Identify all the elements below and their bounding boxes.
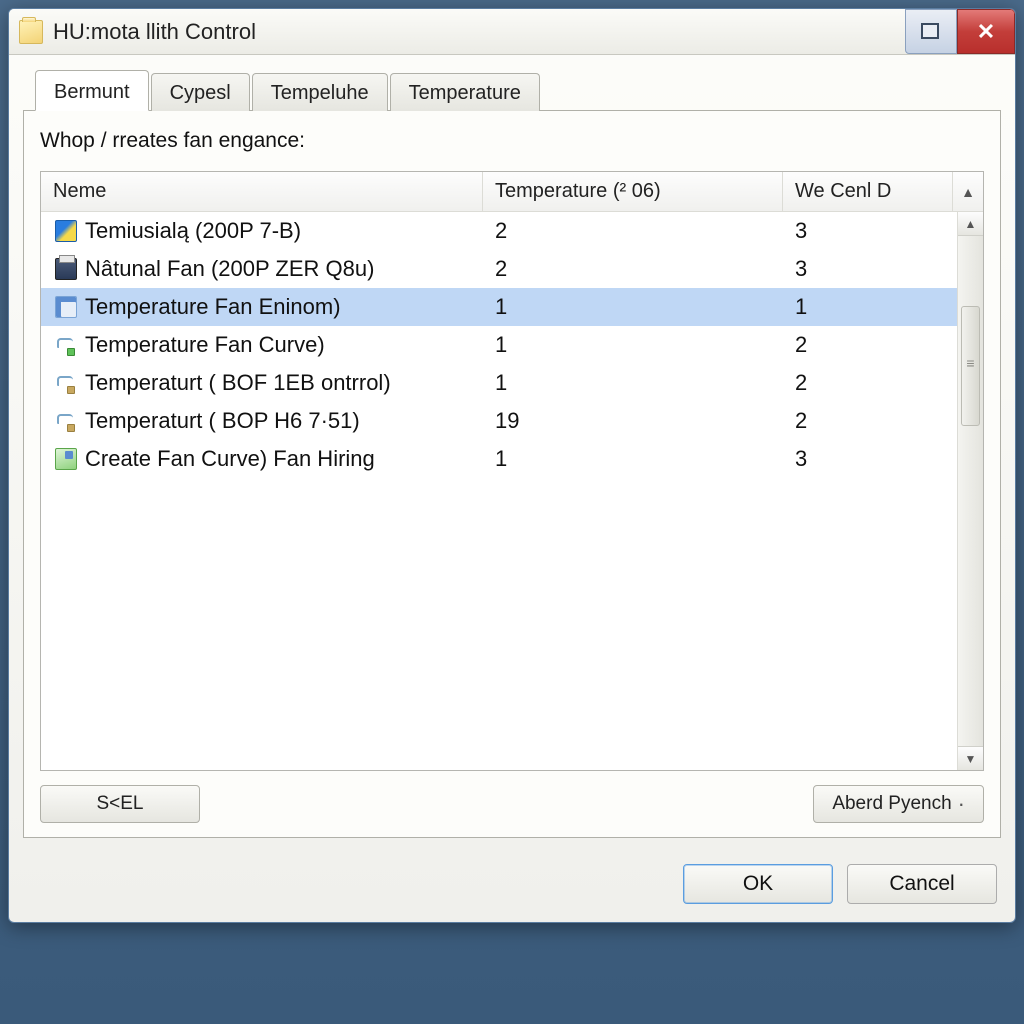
ok-button[interactable]: OK <box>683 864 833 904</box>
col-temp[interactable]: Temperature (² 06) <box>483 172 783 211</box>
row-name-text: Create Fan Curve) Fan Hiring <box>85 446 375 472</box>
dialog-footer: OK Cancel <box>9 850 1015 922</box>
skel-button[interactable]: S<EL <box>40 785 200 823</box>
vertical-scrollbar[interactable]: ▲ ▼ <box>957 212 983 770</box>
table-row[interactable]: Temperaturt ( BOF 1EB ontrrol) 12 <box>41 364 957 402</box>
cell-name: Temperaturt ( BOF 1EB ontrrol) <box>47 368 487 398</box>
row-icon <box>55 220 77 242</box>
close-button[interactable]: ✕ <box>957 9 1015 54</box>
col-we[interactable]: We Cenl D <box>783 172 953 211</box>
row-name-text: Temperature Fan Eninom) <box>85 294 341 320</box>
cell-temp: 19 <box>487 406 787 436</box>
dialog-content: Bermunt Cypesl Tempeluhe Temperature Who… <box>9 55 1015 850</box>
cell-name: Create Fan Curve) Fan Hiring <box>47 444 487 474</box>
table-row[interactable]: Temiusialą (200P 7-B) 23 <box>41 212 957 250</box>
tab-actions: S<EL Aberd Pyench <box>40 785 984 823</box>
dialog-window: HU:mota llith Control ✕ Bermunt Cypesl T… <box>8 8 1016 923</box>
cell-we: 1 <box>787 292 957 322</box>
cell-we: 3 <box>787 444 957 474</box>
row-name-text: Nâtunal Fan (200P ZER Q8u) <box>85 256 374 282</box>
col-sort-button[interactable]: ▲ <box>953 172 983 211</box>
cell-temp: 1 <box>487 292 787 322</box>
cell-temp: 1 <box>487 330 787 360</box>
table-row[interactable]: Temperature Fan Eninom) 11 <box>41 288 957 326</box>
row-name-text: Temperature Fan Curve) <box>85 332 325 358</box>
list-body: Temiusialą (200P 7-B)23Nâtunal Fan (200P… <box>41 212 983 770</box>
cell-temp: 1 <box>487 368 787 398</box>
tabstrip: Bermunt Cypesl Tempeluhe Temperature <box>23 69 1001 111</box>
cell-we: 3 <box>787 216 957 246</box>
titlebar[interactable]: HU:mota llith Control ✕ <box>9 9 1015 55</box>
cell-we: 3 <box>787 254 957 284</box>
table-row[interactable]: Temperaturt ( BOP H6 7·51) 192 <box>41 402 957 440</box>
fan-list: Neme Temperature (² 06) We Cenl D ▲ Temi… <box>40 171 984 771</box>
folder-icon <box>19 20 43 44</box>
aberd-pyench-button[interactable]: Aberd Pyench <box>813 785 984 823</box>
table-row[interactable]: Temperature Fan Curve) 12 <box>41 326 957 364</box>
cell-name: Temperaturt ( BOP H6 7·51) <box>47 406 487 436</box>
maximize-button[interactable] <box>905 9 957 54</box>
tab-bermunt[interactable]: Bermunt <box>35 70 149 111</box>
row-icon <box>55 334 77 356</box>
row-name-text: Temiusialą (200P 7-B) <box>85 218 301 244</box>
scroll-track[interactable] <box>958 236 983 746</box>
row-icon <box>55 448 77 470</box>
table-row[interactable]: Nâtunal Fan (200P ZER Q8u) 23 <box>41 250 957 288</box>
cell-name: Temiusialą (200P 7-B) <box>47 216 487 246</box>
cell-we: 2 <box>787 330 957 360</box>
cell-temp: 2 <box>487 254 787 284</box>
cell-we: 2 <box>787 368 957 398</box>
tab-tempeluhe[interactable]: Tempeluhe <box>252 73 388 111</box>
row-icon <box>55 296 77 318</box>
scroll-down-button[interactable]: ▼ <box>958 746 983 770</box>
row-name-text: Temperaturt ( BOF 1EB ontrrol) <box>85 370 391 396</box>
cell-name: Temperature Fan Eninom) <box>47 292 487 322</box>
tab-temperature[interactable]: Temperature <box>390 73 540 111</box>
prompt-label: Whop / rreates fan engance: <box>40 129 984 153</box>
cell-name: Temperature Fan Curve) <box>47 330 487 360</box>
cell-name: Nâtunal Fan (200P ZER Q8u) <box>47 254 487 284</box>
window-title: HU:mota llith Control <box>53 19 905 45</box>
row-icon <box>55 258 77 280</box>
row-icon <box>55 372 77 394</box>
rows-host: Temiusialą (200P 7-B)23Nâtunal Fan (200P… <box>41 212 957 770</box>
row-name-text: Temperaturt ( BOP H6 7·51) <box>85 408 360 434</box>
row-icon <box>55 410 77 432</box>
list-header: Neme Temperature (² 06) We Cenl D ▲ <box>41 172 983 212</box>
tab-panel: Whop / rreates fan engance: Neme Tempera… <box>23 111 1001 838</box>
table-row[interactable]: Create Fan Curve) Fan Hiring 13 <box>41 440 957 478</box>
close-icon: ✕ <box>977 19 995 45</box>
tab-cypesl[interactable]: Cypesl <box>151 73 250 111</box>
col-name[interactable]: Neme <box>41 172 483 211</box>
cancel-button[interactable]: Cancel <box>847 864 997 904</box>
cell-temp: 1 <box>487 444 787 474</box>
scroll-up-button[interactable]: ▲ <box>958 212 983 236</box>
maximize-icon <box>924 26 938 38</box>
cell-temp: 2 <box>487 216 787 246</box>
cell-we: 2 <box>787 406 957 436</box>
scroll-thumb[interactable] <box>961 306 980 426</box>
window-controls: ✕ <box>905 9 1015 54</box>
